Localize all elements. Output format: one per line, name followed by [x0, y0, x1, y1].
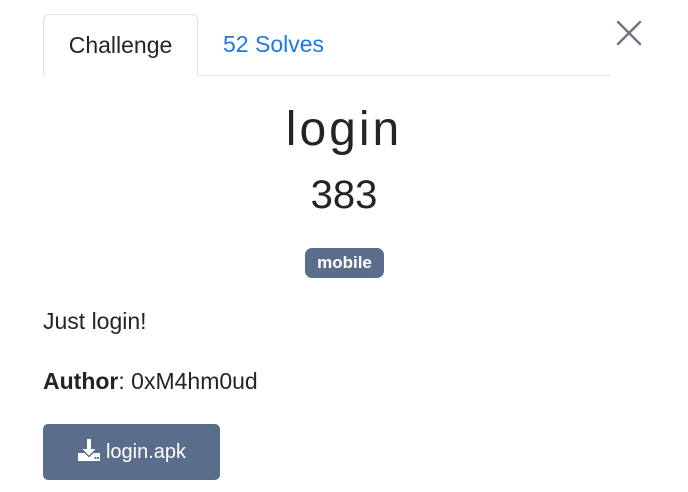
file-download-button[interactable]: login.apk [43, 424, 220, 480]
challenge-tags: mobile [0, 248, 688, 278]
tab-challenge-label: Challenge [68, 32, 173, 58]
close-button[interactable] [614, 18, 644, 48]
challenge-description: Just login! [43, 308, 147, 334]
file-download-label: login.apk [105, 441, 187, 463]
challenge-modal: Challenge 52 Solves login 383 mobile Jus… [0, 0, 688, 492]
author-separator: : [118, 368, 132, 394]
challenge-tabs: Challenge 52 Solves [43, 14, 611, 76]
tab-solves[interactable]: 52 Solves [223, 14, 324, 76]
challenge-author: Author: 0xM4hm0ud [43, 365, 258, 397]
challenge-tag: mobile [305, 248, 384, 278]
close-icon [616, 20, 642, 46]
challenge-name: login [285, 103, 403, 156]
download-icon [77, 439, 100, 461]
author-name: 0xM4hm0ud [131, 368, 258, 394]
challenge-value: 383 [310, 173, 378, 217]
tab-challenge[interactable]: Challenge [43, 14, 198, 76]
author-label: Author [43, 368, 119, 394]
tab-solves-label: 52 Solves [223, 31, 325, 57]
